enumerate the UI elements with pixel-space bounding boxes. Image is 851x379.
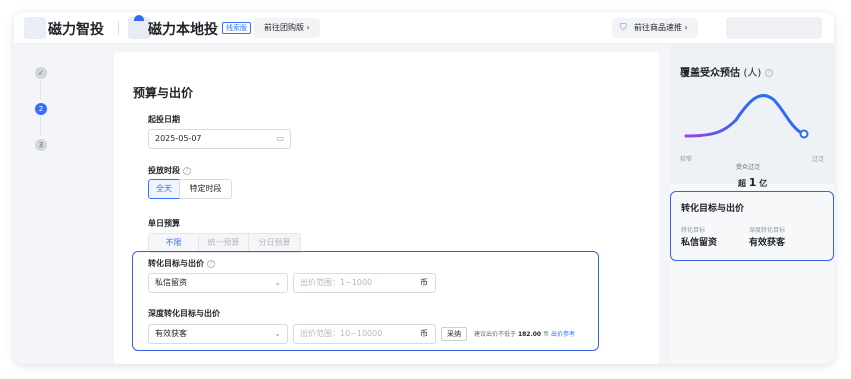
budget-option-unlimited[interactable]: 不限 [148, 233, 199, 253]
audience-caption: 受众过泛 [736, 164, 761, 171]
local-logo-icon [128, 15, 150, 39]
help-icon[interactable]: ? [764, 69, 773, 77]
chevron-down-icon: ⌄ [274, 278, 281, 287]
start-date-value: 2025-05-07 [155, 134, 202, 143]
goto-goods-button[interactable]: ⛉ 前往商品速推 › [612, 18, 698, 38]
help-icon[interactable]: ? [207, 259, 215, 268]
brand-title-2: 磁力本地投 [148, 22, 218, 38]
summary-deep-label: 深度转化目标 [749, 227, 786, 234]
estimate-value: 1 [748, 176, 757, 189]
budget-option-daily[interactable]: 分日预算 [248, 233, 301, 253]
budget-label: 单日预算 [148, 219, 180, 228]
top-bar: 磁力智投 磁力本地投 线索版 前往团购版 › ⛉ 前往商品速推 › [14, 12, 834, 44]
curve-marker [799, 129, 809, 139]
currency-suffix: 币 [420, 329, 428, 338]
period-option-allday[interactable]: 全天 [148, 179, 180, 199]
conv-bid-input[interactable]: 出价范围：1~1000 币 [293, 273, 436, 293]
chevron-down-icon: ⌄ [274, 329, 281, 338]
conv-label-text: 转化目标与出价 [148, 259, 204, 268]
conv-bid-placeholder: 出价范围：1~1000 [300, 278, 373, 287]
conv-label: 转化目标与出价? [148, 258, 215, 269]
budget-option-unified[interactable]: 统一预算 [198, 233, 249, 253]
app-window: 磁力智投 磁力本地投 线索版 前往团购版 › ⛉ 前往商品速推 › ✓ 2 3 … [14, 12, 834, 364]
estimate-prefix: 超 [738, 179, 746, 188]
step-1[interactable]: ✓ [35, 67, 47, 79]
side-panel: 覆盖受众预估 (人) ? 较窄 过泛 受众过泛 超 1 亿 转化目标与出价 转化… [670, 44, 834, 364]
version-badge: 线索版 [222, 22, 251, 34]
period-option-specific[interactable]: 特定时段 [179, 179, 232, 199]
brand-logo-icon [24, 17, 46, 39]
start-date-field[interactable]: 2025-05-07 ▭ [148, 129, 291, 149]
deep-target-select[interactable]: 有效获客 ⌄ [148, 324, 288, 344]
bid-reference-link[interactable]: 出价参考 [551, 331, 575, 338]
curve-line [684, 94, 806, 138]
audience-title: 覆盖受众预估 (人) ? [680, 64, 773, 79]
deep-bid-placeholder: 出价范围：10~10000 [300, 329, 383, 338]
goto-goods-label: 前往商品速推 › [634, 23, 688, 32]
summary-conv-value: 私信留资 [681, 238, 718, 248]
adopt-button[interactable]: 采纳 [441, 327, 467, 341]
calendar-icon[interactable]: ▭ [276, 130, 284, 148]
bag-icon: ⛉ [620, 23, 627, 33]
step-connector [40, 80, 41, 100]
audience-curve [684, 94, 809, 139]
audience-estimate: 超 1 亿 [738, 176, 767, 189]
summary-title: 转化目标与出价 [681, 204, 745, 214]
user-area[interactable] [726, 17, 822, 39]
audience-title-text: 覆盖受众预估 [680, 68, 740, 79]
step-3[interactable]: 3 [35, 139, 47, 151]
summary-deep-value: 有效获客 [749, 238, 786, 248]
step-2[interactable]: 2 [35, 103, 47, 115]
start-date-label: 起投日期 [148, 115, 180, 124]
audience-card: 覆盖受众预估 (人) ? 较窄 过泛 受众过泛 超 1 亿 [670, 44, 834, 189]
currency-suffix: 币 [420, 278, 428, 287]
summary-card: 转化目标与出价 转化目标 私信留资 深度转化目标 有效获客 [670, 191, 834, 261]
deep-conv-label: 深度转化目标与出价 [148, 309, 220, 318]
tick-broad: 过泛 [812, 156, 825, 163]
deep-bid-input[interactable]: 出价范围：10~10000 币 [293, 324, 436, 344]
conv-target-value: 私信留资 [155, 278, 187, 287]
step-indicator: ✓ 2 3 [14, 44, 114, 364]
suggest-prefix: 建议出价不低于 [474, 331, 517, 338]
section-title: 预算与出价 [133, 86, 194, 100]
period-label-text: 投放时段 [148, 166, 180, 175]
suggest-value: 182.00 [517, 331, 542, 338]
budget-bid-card: 预算与出价 起投日期 2025-05-07 ▭ 投放时段? 全天 特定时段 单日… [114, 52, 659, 364]
tick-narrow: 较窄 [680, 156, 693, 163]
estimate-unit: 亿 [759, 179, 768, 188]
period-label: 投放时段? [148, 165, 191, 176]
step-connector [40, 116, 41, 136]
audience-unit: (人) [743, 68, 762, 79]
divider [118, 21, 119, 35]
deep-target-value: 有效获客 [155, 329, 187, 338]
summary-conv-label: 转化目标 [681, 227, 706, 234]
suggest-unit: 币 [543, 331, 550, 338]
conv-target-select[interactable]: 私信留资 ⌄ [148, 273, 288, 293]
help-icon[interactable]: ? [183, 166, 191, 175]
goto-group-button[interactable]: 前往团购版 › [254, 18, 320, 38]
brand-title-1[interactable]: 磁力智投 [48, 19, 104, 39]
suggest-text: 建议出价不低于 182.00 币 出价参考 [474, 329, 575, 338]
